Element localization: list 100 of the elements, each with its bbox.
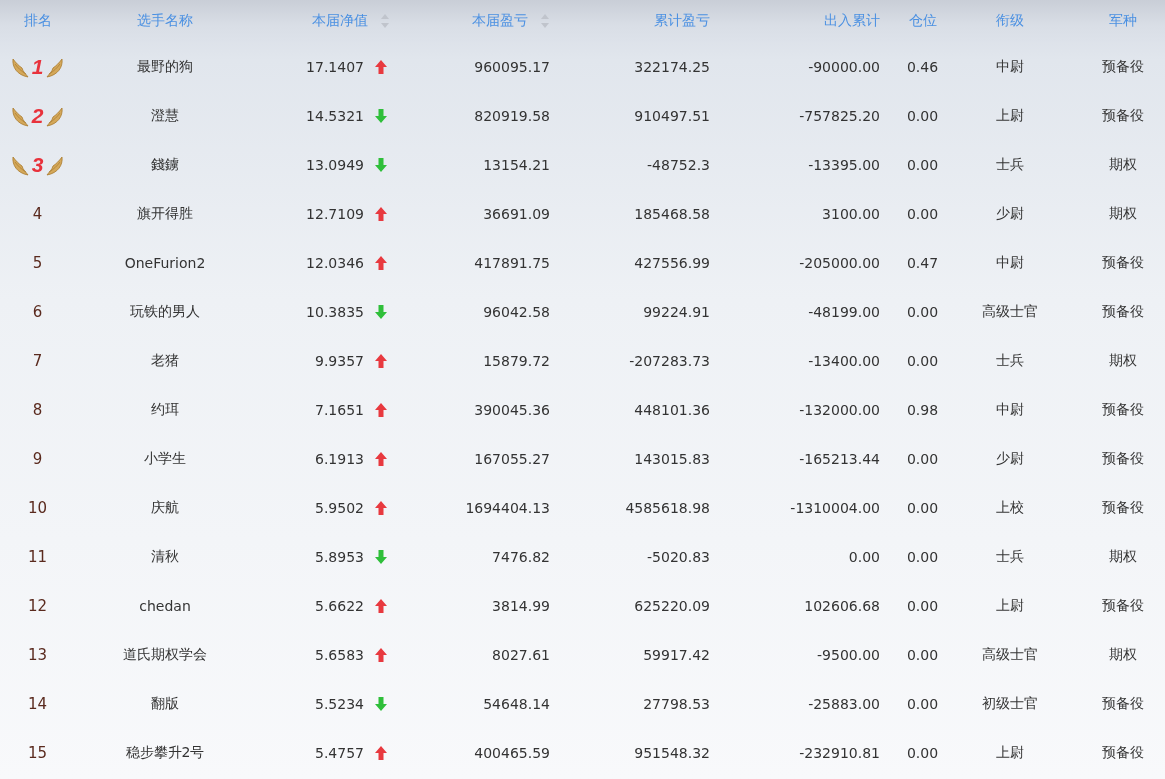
service-branch: 预备役 [1101,694,1144,713]
rank-number: 7 [32,351,43,370]
rank-title: 上尉 [996,106,1024,125]
column-header[interactable]: 本届净值 [312,12,368,30]
column-header[interactable]: 出入累计 [824,12,880,30]
period-pnl: 1694404.13 [465,499,550,516]
position-ratio: 0.00 [906,107,939,124]
column-header[interactable]: 衔级 [996,12,1024,30]
position-ratio: 0.00 [906,695,939,712]
column-header[interactable]: 本届盈亏 [472,12,528,30]
sort-icon[interactable] [380,13,390,29]
cumulative-flow: -48199.00 [808,303,880,320]
cumulative-pnl: 625220.09 [634,597,710,614]
period-pnl: 167055.27 [474,450,550,467]
rank-title: 上尉 [996,596,1024,615]
rank-number: 11 [27,547,48,566]
cumulative-flow: -13400.00 [808,352,880,369]
rank-number: 9 [32,449,43,468]
rank-number: 14 [27,694,48,713]
position-ratio: 0.00 [906,597,939,614]
rank-title: 高级士官 [982,645,1038,664]
rank-title: 初级士官 [982,694,1038,713]
net-value: 9.9357 [315,352,364,369]
player-name: 澄慧 [151,106,179,125]
cumulative-pnl: -5020.83 [647,548,710,565]
position-ratio: 0.00 [906,352,939,369]
service-branch: 预备役 [1101,596,1144,615]
service-branch: 预备役 [1101,743,1144,762]
cumulative-flow: -757825.20 [799,107,880,124]
player-name: 旗开得胜 [137,204,193,223]
player-name: OneFurion2 [124,254,206,271]
net-value: 5.6622 [315,597,364,614]
period-pnl: 3814.99 [492,597,550,614]
player-name: 稳步攀升2号 [125,743,205,762]
rank-number: 1 [31,54,44,79]
service-branch: 期权 [1108,204,1137,223]
cumulative-pnl: 27798.53 [643,695,710,712]
player-name: 庆航 [151,498,179,517]
cumulative-flow: -1310004.00 [790,499,880,516]
period-pnl: 417891.75 [474,254,550,271]
cumulative-flow: 3100.00 [822,205,880,222]
rank-number: 3 [31,152,44,177]
position-ratio: 0.00 [906,548,939,565]
rank-number: 8 [32,400,43,419]
rank-title: 中尉 [996,253,1024,272]
rank-number: 2 [31,103,44,128]
cumulative-pnl: 951548.32 [634,744,710,761]
net-value: 12.0346 [306,254,364,271]
sort-icon[interactable] [540,13,550,29]
cumulative-flow: -9500.00 [817,646,880,663]
cumulative-pnl: 143015.83 [634,450,710,467]
player-name: 小学生 [144,449,186,468]
cumulative-flow: -25883.00 [808,695,880,712]
net-value: 5.4757 [315,744,364,761]
player-name: 最野的狗 [137,57,193,76]
cumulative-pnl: 4585618.98 [625,499,710,516]
period-pnl: 400465.59 [474,744,550,761]
net-value: 5.8953 [315,548,364,565]
rank-number: 13 [27,645,48,664]
net-value: 5.6583 [315,646,364,663]
cumulative-pnl: 322174.25 [634,58,710,75]
cumulative-flow: -132000.00 [799,401,880,418]
service-branch: 预备役 [1101,449,1144,468]
rank-title: 士兵 [996,547,1024,566]
period-pnl: 8027.61 [492,646,550,663]
rank-title: 士兵 [996,351,1024,370]
service-branch: 预备役 [1101,400,1144,419]
cumulative-flow: -165213.44 [799,450,880,467]
rank-number: 4 [32,204,43,223]
net-value: 6.1913 [315,450,364,467]
period-pnl: 960095.17 [474,58,550,75]
cumulative-flow: -232910.81 [799,744,880,761]
position-ratio: 0.00 [906,303,939,320]
column-header[interactable]: 军种 [1108,12,1137,30]
rank-title: 士兵 [996,155,1024,174]
rank-title: 中尉 [996,400,1024,419]
column-header[interactable]: 仓位 [908,12,937,30]
net-value: 10.3835 [306,303,364,320]
net-value: 12.7109 [306,205,364,222]
position-ratio: 0.00 [906,156,939,173]
player-name: 清秋 [151,547,179,566]
position-ratio: 0.47 [906,254,939,271]
net-value: 17.1407 [306,58,364,75]
column-header[interactable]: 累计盈亏 [654,12,710,30]
rank-number: 10 [27,498,48,517]
cumulative-pnl: 910497.51 [634,107,710,124]
rank-title: 少尉 [996,204,1024,223]
service-branch: 预备役 [1101,253,1144,272]
cumulative-flow: -90000.00 [808,58,880,75]
service-branch: 预备役 [1101,498,1144,517]
position-ratio: 0.00 [906,205,939,222]
column-header[interactable]: 排名 [23,12,52,30]
period-pnl: 13154.21 [483,156,550,173]
player-name: 錢鐪 [151,155,179,174]
service-branch: 预备役 [1101,302,1144,321]
net-value: 7.1651 [315,401,364,418]
position-ratio: 0.00 [906,646,939,663]
net-value: 13.0949 [306,156,364,173]
net-value: 5.9502 [315,499,364,516]
column-header[interactable]: 选手名称 [137,12,193,30]
